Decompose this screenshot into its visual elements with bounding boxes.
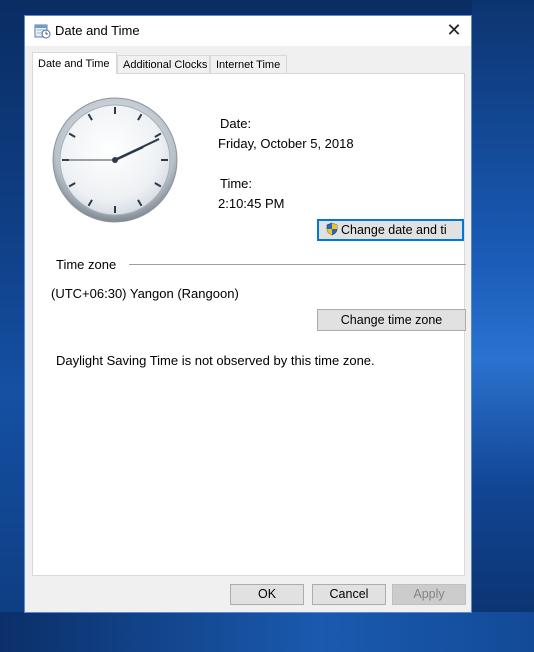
tab-internet-time[interactable]: Internet Time bbox=[210, 55, 287, 73]
tab-additional-clocks[interactable]: Additional Clocks bbox=[117, 55, 210, 73]
date-label: Date: bbox=[220, 116, 252, 131]
close-icon: ✕ bbox=[446, 20, 462, 40]
apply-button[interactable]: Apply bbox=[392, 584, 466, 605]
cancel-button[interactable]: Cancel bbox=[312, 584, 386, 605]
date-value: Friday, October 5, 2018 bbox=[218, 136, 354, 151]
timezone-group-label: Time zone bbox=[56, 257, 117, 272]
timezone-value: (UTC+06:30) Yangon (Rangoon) bbox=[51, 286, 239, 301]
analog-clock bbox=[52, 97, 178, 223]
desktop-background-bottom bbox=[0, 612, 534, 652]
date-time-dialog: Date and Time ✕ Date and Time Additional… bbox=[24, 15, 472, 613]
timezone-group-divider bbox=[129, 264, 466, 265]
close-button[interactable]: ✕ bbox=[437, 16, 471, 46]
change-date-time-button[interactable]: Change date and ti bbox=[317, 219, 464, 241]
change-time-zone-button[interactable]: Change time zone bbox=[317, 309, 466, 331]
desktop-background bbox=[472, 0, 534, 652]
change-date-time-label: Change date and ti bbox=[341, 223, 447, 237]
window-title: Date and Time bbox=[55, 23, 140, 38]
time-label: Time: bbox=[220, 176, 253, 191]
uac-shield-icon bbox=[326, 222, 338, 236]
date-time-icon bbox=[34, 24, 51, 39]
dst-note: Daylight Saving Time is not observed by … bbox=[56, 353, 375, 368]
tab-panel: Date: Friday, October 5, 2018 Time: 2:10… bbox=[32, 73, 466, 576]
tab-date-and-time[interactable]: Date and Time bbox=[32, 52, 117, 74]
title-bar: Date and Time ✕ bbox=[25, 16, 471, 46]
time-value: 2:10:45 PM bbox=[218, 196, 285, 211]
ok-button[interactable]: OK bbox=[230, 584, 304, 605]
